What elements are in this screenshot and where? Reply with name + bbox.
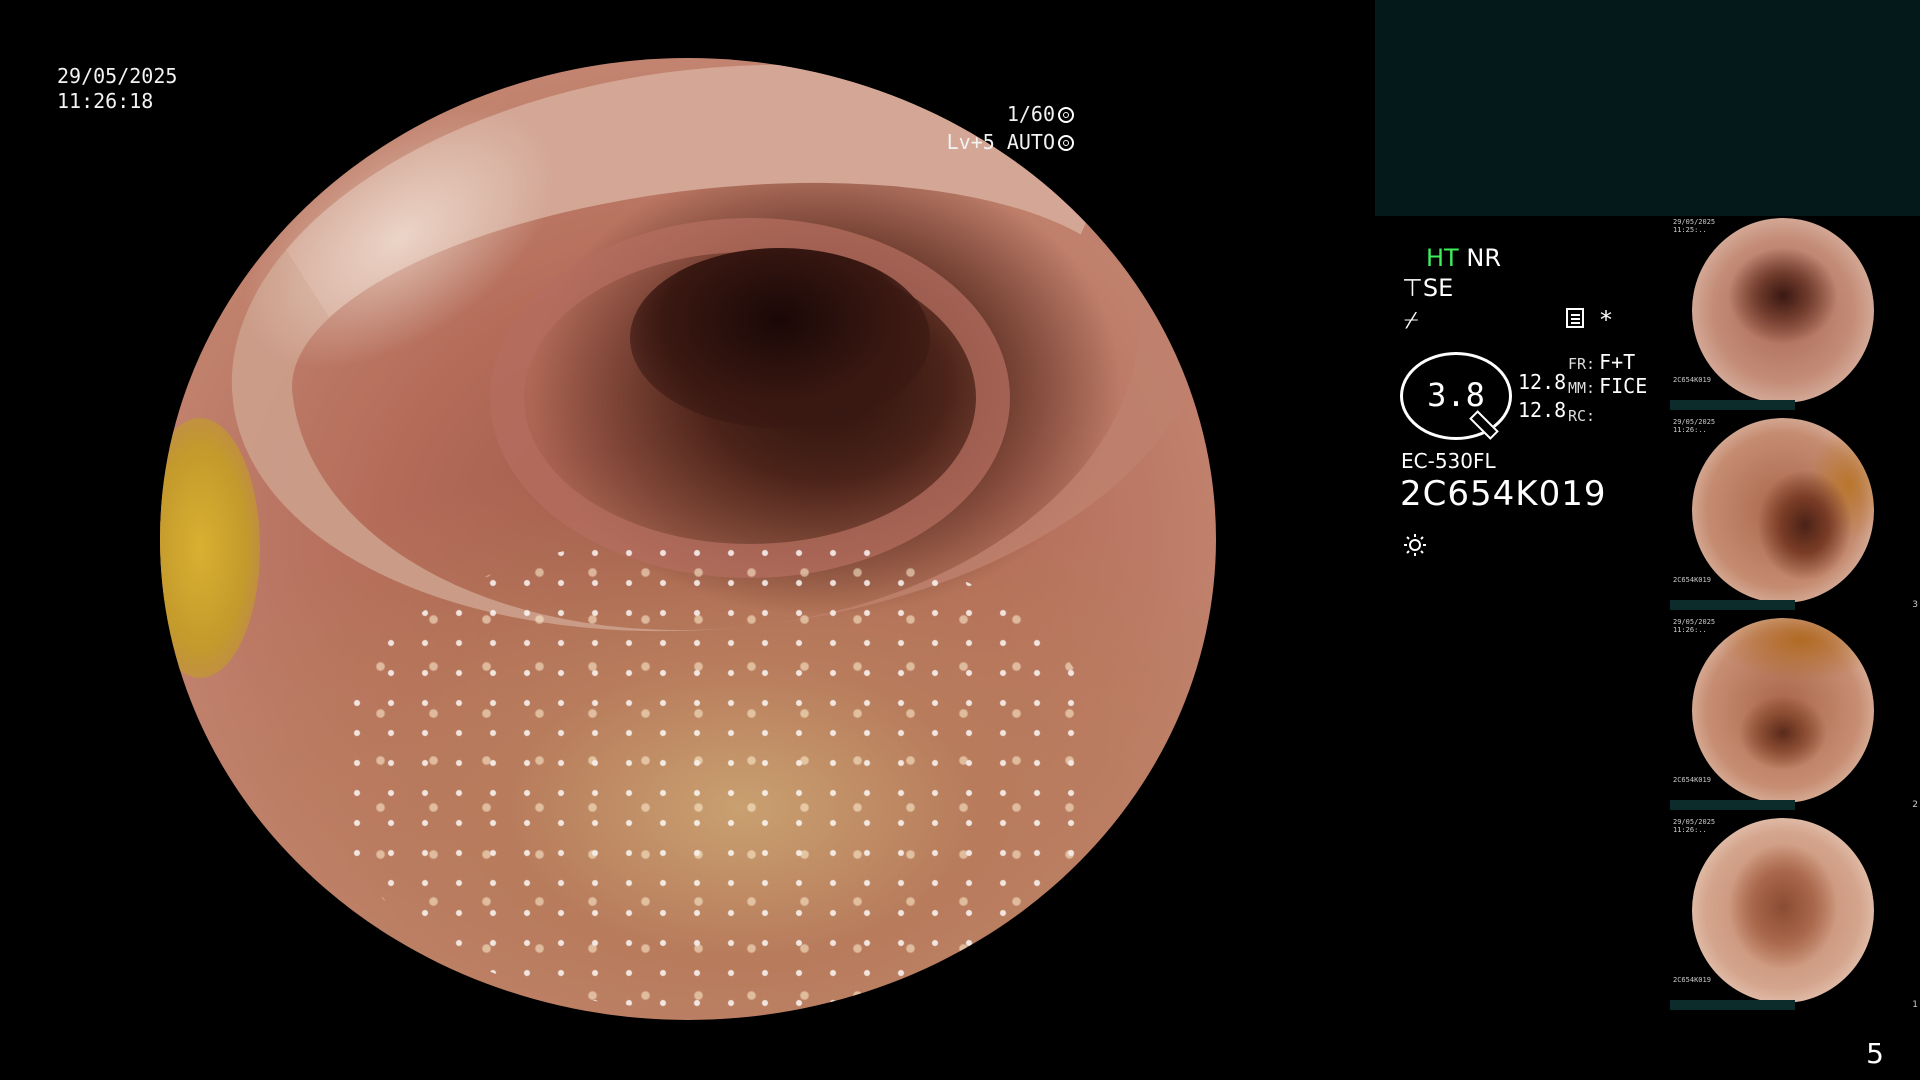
light-source-icon (1404, 534, 1426, 556)
nr-indicator: NR (1466, 244, 1501, 272)
thumbnail-serial: 2C654K019 (1673, 576, 1711, 584)
se-label: SE (1422, 274, 1454, 302)
thumbnail-serial: 2C654K019 (1673, 776, 1711, 784)
thumbnail-image (1692, 818, 1874, 1003)
thumbnail-index: 2 (1912, 800, 1918, 810)
iris-icon (1058, 135, 1074, 151)
thumbnail-bar (1670, 400, 1795, 410)
rc-setting: RC: (1568, 407, 1596, 425)
bile-residue (160, 418, 260, 678)
shutter-speed: 1/60 (1006, 102, 1055, 126)
scope-model: EC-530FL (1401, 449, 1496, 473)
thumbnail-index: 3 (1912, 600, 1918, 610)
thumbnail-3[interactable]: 29/05/2025 11:26:.. 2C654K019 2 (1670, 616, 1920, 812)
star-indicator: * (1600, 306, 1612, 334)
thumbnail-timestamp: 29/05/2025 11:26:.. (1673, 418, 1716, 434)
se-indicator: ⊤SE (1402, 274, 1453, 302)
timestamp-time: 11:26:18 (57, 89, 154, 113)
brightness-level: Lv+5 AUTO (946, 130, 1055, 154)
thumbnail-timestamp: 29/05/2025 11:26:.. (1673, 618, 1716, 634)
value-1: 12.8 (1518, 370, 1567, 394)
thumbnail-bar (1670, 800, 1795, 810)
thumbnail-timestamp: 29/05/2025 11:26:.. (1673, 818, 1716, 834)
mm-setting: MM: FICE (1568, 374, 1648, 398)
thumbnail-1[interactable]: 29/05/2025 11:25:.. 2C654K019 (1670, 216, 1920, 412)
fr-setting: FR: F+T (1568, 350, 1636, 374)
thumbnail-bar (1670, 1000, 1795, 1010)
ht-indicator: HT (1426, 244, 1459, 272)
structure-icon: ⊤ (1402, 274, 1423, 302)
thumbnail-2[interactable]: 29/05/2025 11:26:.. 2C654K019 3 (1670, 416, 1920, 612)
shutter-info: 1/60 Lv+5 AUTO (947, 100, 1074, 156)
thumbnail-image (1692, 418, 1874, 603)
scope-serial: 2C654K019 (1400, 474, 1607, 514)
endoscope-live-view (160, 58, 1216, 1020)
shutter-icon (1058, 107, 1074, 123)
timestamp-date: 29/05/2025 (57, 64, 178, 88)
lumen (630, 248, 930, 428)
bubbles (340, 538, 1100, 1008)
mode-indicators: HT NR (1426, 244, 1501, 272)
thumbnail-serial: 2C654K019 (1673, 976, 1711, 984)
value-2: 12.8 (1518, 398, 1567, 422)
signal-icon: ⌿ (1404, 306, 1419, 334)
zoom-gauge-value: 3.8 (1427, 376, 1485, 414)
thumbnail-bar (1670, 600, 1795, 610)
timestamp: 29/05/2025 11:26:18 (57, 64, 177, 114)
info-panel-header (1375, 0, 1920, 216)
settings-icon (1566, 308, 1584, 328)
thumbnail-serial: 2C654K019 (1673, 376, 1711, 384)
thumbnail-4[interactable]: 29/05/2025 11:26:.. 2C654K019 1 (1670, 816, 1920, 1012)
thumbnail-image (1692, 618, 1874, 803)
thumbnail-timestamp: 29/05/2025 11:25:.. (1673, 218, 1716, 234)
thumbnail-index: 1 (1912, 1000, 1918, 1010)
thumbnail-image (1692, 218, 1874, 403)
page-number: 5 (1866, 1037, 1884, 1070)
